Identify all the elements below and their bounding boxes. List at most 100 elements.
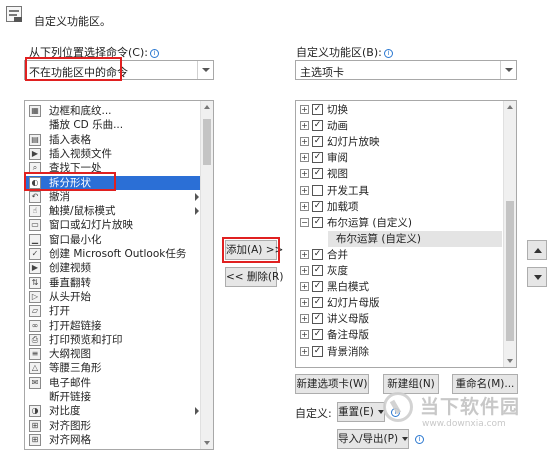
command-label: 电子邮件: [49, 376, 91, 389]
combo-highlight-box: [25, 57, 122, 81]
command-item[interactable]: ▷ 从头开始: [25, 290, 203, 304]
command-item[interactable]: ✉ 电子邮件: [25, 376, 203, 390]
scroll-up-icon[interactable]: [507, 105, 513, 109]
tab-item[interactable]: + ✓ 审阅: [296, 150, 502, 166]
tab-checkbox[interactable]: ✓: [312, 265, 323, 276]
command-item[interactable]: ↶ 撤消: [25, 190, 203, 204]
tab-item[interactable]: + ✓ 背景消除: [296, 344, 502, 360]
collapse-icon[interactable]: −: [300, 217, 309, 227]
command-item[interactable]: ⊞ 对齐网格: [25, 433, 203, 447]
new-tab-button[interactable]: 新建选项卡(W): [295, 374, 369, 394]
customize-ribbon-icon: [6, 6, 22, 22]
customize-ribbon-combo[interactable]: 主选项卡: [295, 60, 517, 80]
tab-item[interactable]: + ✓ 动画: [296, 118, 502, 134]
command-item[interactable]: 断开链接: [25, 390, 203, 404]
command-item[interactable]: ≡ 大纲视图: [25, 347, 203, 361]
align-grid-icon: ⊞: [29, 433, 41, 446]
customize-label: 自定义:: [295, 407, 332, 420]
tab-item[interactable]: + ✓ 幻灯片母版: [296, 295, 502, 311]
align-shape-icon: ⊞: [29, 419, 41, 432]
tab-item[interactable]: + ✓ 黑白模式: [296, 279, 502, 295]
tab-checkbox[interactable]: ✓: [312, 136, 323, 148]
commands-list[interactable]: ⊞ 对齐网格 ⊞ 对齐图形 ◑ 对比度 断开链接 ✉ 电子邮件 △ 等腰三角形 ≡ 大纲视图 ⎙ 打印预览和…: [24, 100, 214, 450]
tab-checkbox[interactable]: ✓: [312, 248, 323, 260]
tabs-scrollbar[interactable]: [503, 101, 516, 367]
tab-checkbox[interactable]: ✓: [312, 120, 323, 132]
tab-checkbox[interactable]: ✓: [312, 345, 323, 357]
tab-checkbox[interactable]: ✓: [312, 152, 323, 164]
scroll-thumb[interactable]: [506, 201, 514, 341]
reset-button[interactable]: 重置(E): [337, 402, 385, 422]
expand-icon[interactable]: +: [300, 266, 309, 275]
tab-checkbox[interactable]: ✓: [312, 329, 323, 341]
command-item[interactable]: ⇅ 垂直翻转: [25, 276, 203, 290]
expand-icon[interactable]: +: [300, 153, 309, 163]
remove-button[interactable]: << 删除(R): [225, 267, 283, 287]
tab-item[interactable]: + ✓ 视图: [296, 166, 502, 182]
command-item[interactable]: ▭ 窗口或幻灯片放映: [25, 218, 203, 232]
expand-icon[interactable]: +: [300, 121, 309, 131]
command-item[interactable]: ▤ 插入表格: [25, 133, 203, 147]
tab-item[interactable]: + ✓ 灰度: [296, 263, 502, 279]
borders-icon: ▦: [29, 105, 41, 117]
tab-item[interactable]: + ✓ 加载项: [296, 199, 502, 215]
chevron-down-icon[interactable]: [197, 61, 213, 79]
tab-checkbox[interactable]: ✓: [312, 168, 323, 180]
tab-label: 黑白模式: [327, 281, 369, 294]
commands-scrollbar[interactable]: [200, 101, 213, 449]
ribbon-tabs-tree[interactable]: + ✓ 背景消除 + ✓ 备注母版 + ✓ 讲义母版 + ✓ 幻灯片母版 + ✓ 黑白模式 + ✓ 灰度 + ✓ 合并布…: [295, 100, 517, 368]
command-item[interactable]: ▶ 创建视频: [25, 261, 203, 275]
undo-icon: ↶: [29, 190, 41, 203]
new-group-button[interactable]: 新建组(N): [383, 374, 439, 394]
tab-item[interactable]: − ✓ 布尔运算 (自定义): [296, 215, 502, 231]
tab-item[interactable]: + ✓ 幻灯片放映: [296, 134, 502, 150]
import-export-button[interactable]: 导入/导出(P): [337, 429, 409, 449]
expand-icon[interactable]: +: [300, 169, 309, 179]
command-item[interactable]: ⊞ 对齐图形: [25, 419, 203, 433]
group-item[interactable]: 布尔运算 (自定义): [328, 230, 502, 247]
command-item[interactable]: ▱ 打开: [25, 304, 203, 318]
tab-checkbox[interactable]: ✓: [312, 216, 323, 228]
tab-checkbox[interactable]: ✓: [312, 313, 323, 325]
move-up-button[interactable]: [527, 240, 547, 260]
move-down-button[interactable]: [527, 267, 547, 287]
scroll-down-icon[interactable]: [204, 441, 210, 445]
expand-icon[interactable]: +: [300, 282, 309, 292]
scroll-thumb[interactable]: [203, 119, 211, 165]
tab-checkbox[interactable]: ✓: [312, 297, 323, 309]
submenu-arrow-icon: [195, 407, 199, 416]
command-item[interactable]: 播放 CD 乐曲...: [25, 118, 203, 132]
tab-item[interactable]: + ✓ 切换: [296, 102, 502, 118]
command-item[interactable]: ☝ 触摸/鼠标模式: [25, 204, 203, 218]
scroll-up-icon[interactable]: [204, 105, 210, 109]
command-item[interactable]: ▶ 插入视频文件: [25, 147, 203, 161]
command-item[interactable]: ✓ 创建 Microsoft Outlook任务: [25, 247, 203, 261]
expand-icon[interactable]: +: [300, 330, 309, 340]
tab-item[interactable]: + ✓ 讲义母版: [296, 311, 502, 327]
chevron-down-icon[interactable]: [500, 61, 516, 79]
command-item[interactable]: △ 等腰三角形: [25, 361, 203, 375]
command-item[interactable]: ▦ 边框和底纹...: [25, 104, 203, 118]
expand-icon[interactable]: +: [300, 137, 309, 147]
command-item[interactable]: ⎙ 打印预览和打印: [25, 333, 203, 347]
tab-label: 合并: [327, 248, 348, 261]
expand-icon[interactable]: +: [300, 185, 309, 195]
expand-icon[interactable]: +: [300, 105, 309, 114]
tab-checkbox[interactable]: ✓: [312, 104, 323, 115]
tab-checkbox[interactable]: ✓: [312, 281, 323, 293]
tab-item[interactable]: + ✓ 合并: [296, 247, 502, 263]
scroll-down-icon[interactable]: [507, 359, 513, 363]
rename-button[interactable]: 重命名(M)...: [452, 374, 518, 394]
expand-icon[interactable]: +: [300, 201, 309, 211]
expand-icon[interactable]: +: [300, 249, 309, 259]
command-item[interactable]: ◑ 对比度: [25, 404, 203, 418]
tab-checkbox[interactable]: [312, 184, 323, 196]
command-item[interactable]: ∞ 打开超链接: [25, 319, 203, 333]
tab-item[interactable]: + ✓ 备注母版: [296, 327, 502, 343]
tab-checkbox[interactable]: ✓: [312, 200, 323, 212]
tab-item[interactable]: + 开发工具: [296, 183, 502, 199]
expand-icon[interactable]: +: [300, 298, 309, 308]
expand-icon[interactable]: +: [300, 346, 309, 356]
command-item[interactable]: ▁ 窗口最小化: [25, 233, 203, 247]
expand-icon[interactable]: +: [300, 314, 309, 324]
